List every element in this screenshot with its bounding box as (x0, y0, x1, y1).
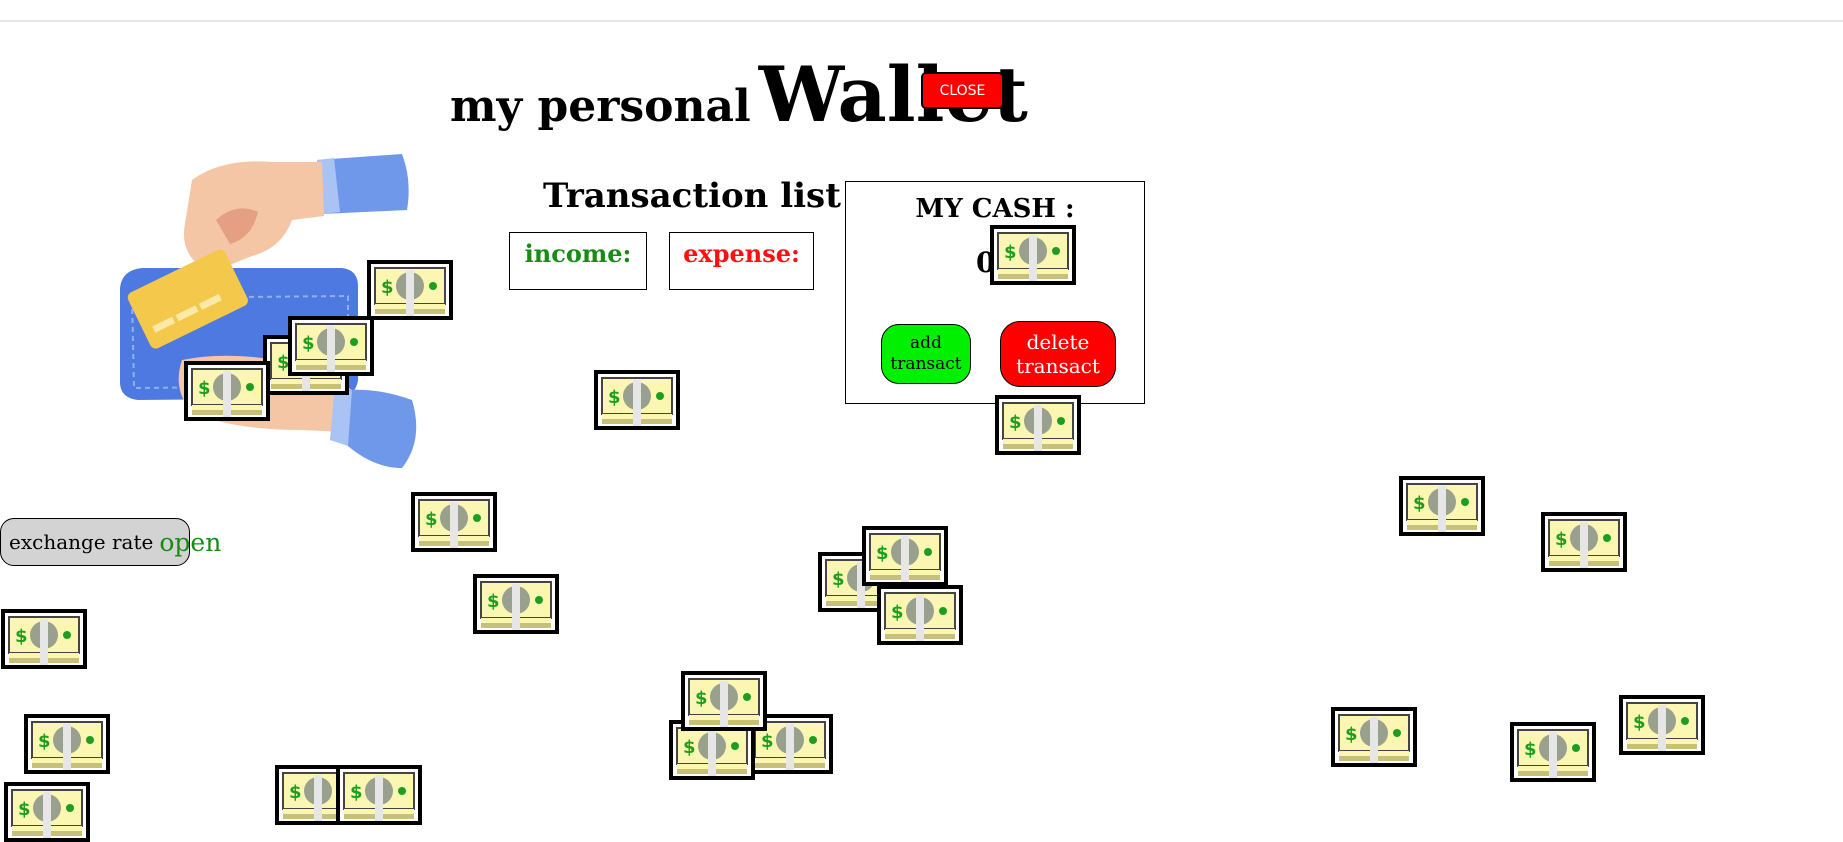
dollar-bill-icon (862, 526, 948, 586)
dollar-bill-icon (4, 782, 90, 842)
exchange-rate-open-link[interactable]: open (159, 528, 221, 557)
dollar-bill-icon (594, 370, 680, 430)
dollar-bill-icon (1, 609, 87, 669)
cash-title: MY CASH : (915, 194, 1075, 224)
income-box: income: (509, 232, 647, 290)
exchange-rate-label: exchange rate (9, 530, 154, 554)
top-divider (0, 20, 1843, 22)
add-transaction-button[interactable]: add transact (881, 324, 971, 384)
title-prefix: my personal (450, 81, 751, 132)
dollar-bill-icon (1541, 512, 1627, 572)
income-label: income: (524, 239, 632, 268)
exchange-rate-button[interactable]: exchange rate open (0, 518, 221, 566)
dollar-bill-icon (990, 225, 1076, 285)
dollar-bill-icon (1331, 707, 1417, 767)
cash-panel: MY CASH : 0 add transact delete transact (845, 181, 1145, 404)
dollar-bill-icon (367, 260, 453, 320)
dollar-bill-icon (24, 714, 110, 774)
dollar-bill-icon (1619, 695, 1705, 755)
dollar-bill-icon (1399, 476, 1485, 536)
dollar-bill-icon (681, 671, 767, 731)
expense-box: expense: (669, 232, 814, 290)
dollar-bill-icon (411, 492, 497, 552)
hand-wallet-card-illustration (120, 154, 417, 468)
dollar-bill-icon (1510, 722, 1596, 782)
close-button[interactable]: CLOSE (921, 72, 1004, 109)
expense-label: expense: (683, 239, 800, 268)
dollar-bill-icon (288, 316, 374, 376)
dollar-bill-icon (336, 765, 422, 825)
dollar-bill-icon (995, 395, 1081, 455)
transaction-list-title: Transaction list (543, 176, 841, 216)
dollar-bill-icon (877, 585, 963, 645)
delete-transaction-button[interactable]: delete transact (1000, 321, 1116, 387)
dollar-bill-icon (473, 574, 559, 634)
dollar-bill-icon (184, 361, 270, 421)
